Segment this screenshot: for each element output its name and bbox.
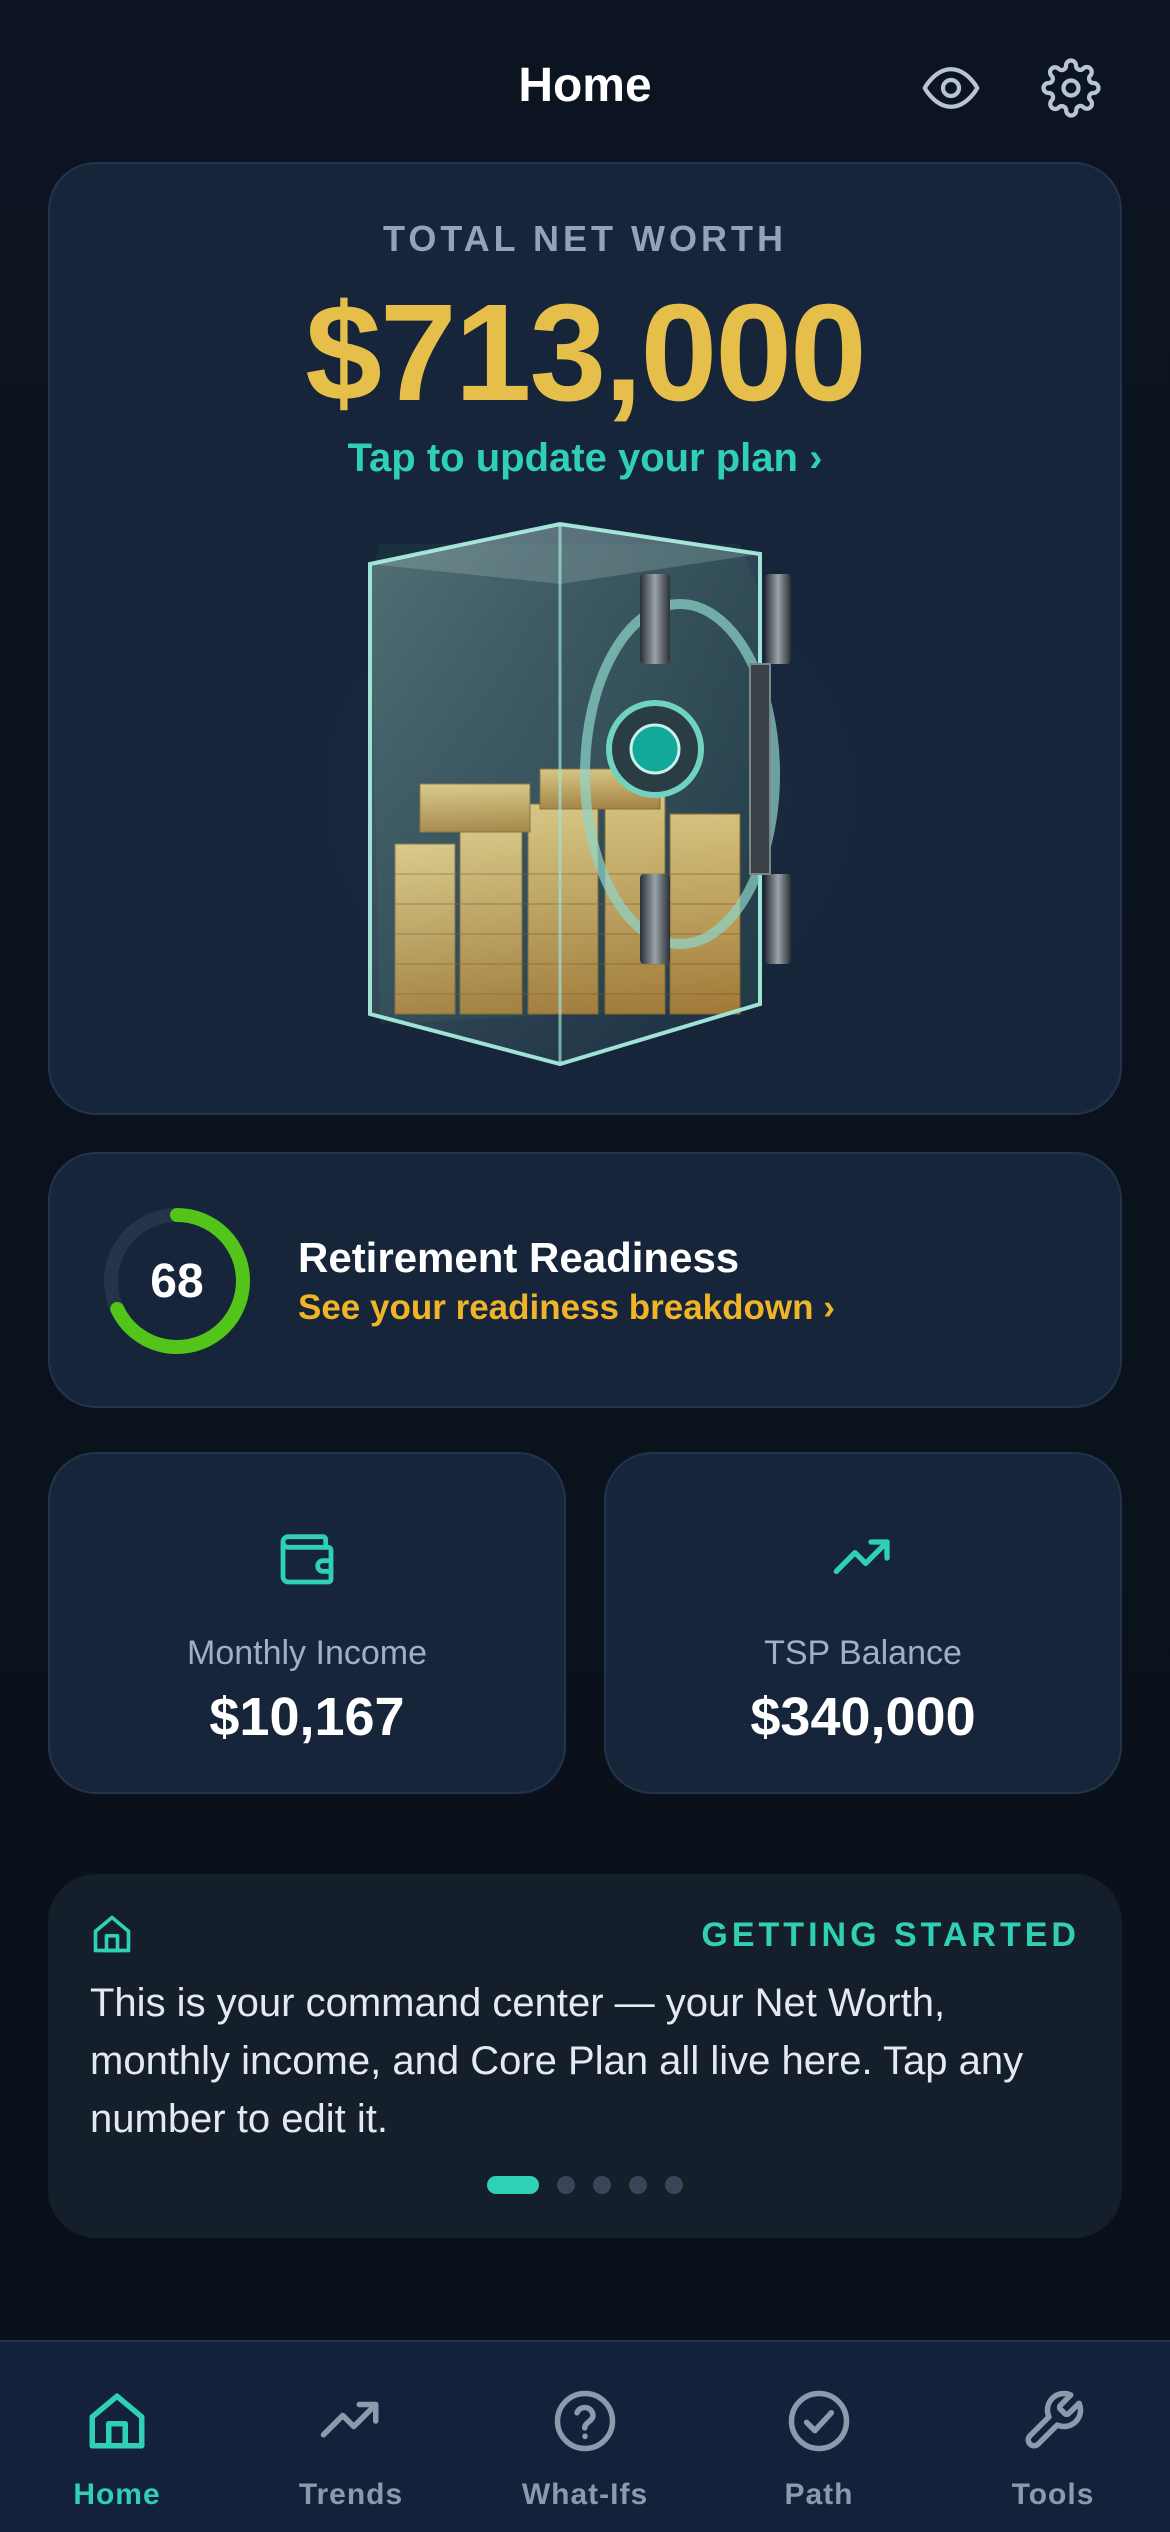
pagination-dot-2[interactable] (557, 2176, 575, 2194)
tab-tools[interactable]: Tools (936, 2342, 1170, 2532)
tab-tools-label: Tools (1011, 2478, 1095, 2511)
readiness-score: 68 (150, 1254, 204, 1308)
safe-illustration (260, 504, 920, 1084)
readiness-title: Retirement Readiness (298, 1234, 740, 1281)
monthly-income-card[interactable]: Monthly Income $10,167 (48, 1452, 566, 1794)
tab-what-ifs-label: What-Ifs (521, 2478, 649, 2511)
pagination-dots (48, 2176, 1122, 2194)
toggle-visibility-button[interactable] (915, 52, 987, 124)
retirement-readiness-card[interactable]: 68 Retirement Readiness See your readine… (48, 1152, 1122, 1408)
tab-trends-label: Trends (298, 2478, 404, 2511)
trending-up-icon (320, 2401, 379, 2438)
tab-path-label: Path (784, 2478, 854, 2511)
tab-home-label: Home (73, 2478, 161, 2511)
question-circle-icon (554, 2390, 616, 2452)
wallet-icon (280, 1534, 334, 1585)
pagination-dot-1[interactable] (487, 2176, 539, 2194)
net-worth-card[interactable]: TOTAL NET WORTH $713,000 Tap to update y… (48, 162, 1122, 1115)
tab-what-ifs[interactable]: What-Ifs (468, 2342, 702, 2532)
monthly-income-label: Monthly Income (187, 1634, 427, 1672)
wrench-icon (1025, 2390, 1084, 2449)
pagination-dot-5[interactable] (665, 2176, 683, 2194)
settings-button[interactable] (1035, 52, 1107, 124)
getting-started-tag: GETTING STARTED (701, 1916, 1080, 1954)
getting-started-card[interactable]: GETTING STARTED This is your command cen… (48, 1874, 1122, 2238)
tip-body: This is your command center — your Net W… (90, 1981, 1024, 2141)
header: Home (0, 40, 1170, 136)
home-icon (89, 2393, 145, 2449)
tab-trends[interactable]: Trends (234, 2342, 468, 2532)
net-worth-amount[interactable]: $713,000 (50, 274, 1120, 433)
tsp-balance-label: TSP Balance (764, 1634, 962, 1672)
tab-home[interactable]: Home (0, 2342, 234, 2532)
home-screen: Home TOTAL NET WORTH $713,000 Tap to upd… (0, 0, 1170, 2532)
monthly-income-value[interactable]: $10,167 (50, 1686, 564, 1748)
pagination-dot-3[interactable] (593, 2176, 611, 2194)
tsp-balance-value[interactable]: $340,000 (606, 1686, 1120, 1748)
gear-icon (1041, 58, 1101, 118)
readiness-breakdown-link[interactable]: See your readiness breakdown › (298, 1288, 835, 1328)
tab-path[interactable]: Path (702, 2342, 936, 2532)
eye-icon (922, 67, 980, 109)
net-worth-label: TOTAL NET WORTH (383, 218, 787, 259)
trending-up-icon (833, 1539, 890, 1574)
pagination-dot-4[interactable] (629, 2176, 647, 2194)
tsp-balance-card[interactable]: TSP Balance $340,000 (604, 1452, 1122, 1794)
page-title: Home (518, 59, 652, 112)
bottom-tab-bar: Home Trends What-Ifs Path Tools (0, 2340, 1170, 2532)
update-plan-link[interactable]: Tap to update your plan › (50, 436, 1120, 481)
home-icon (93, 1915, 131, 1953)
check-circle-icon (788, 2390, 850, 2452)
